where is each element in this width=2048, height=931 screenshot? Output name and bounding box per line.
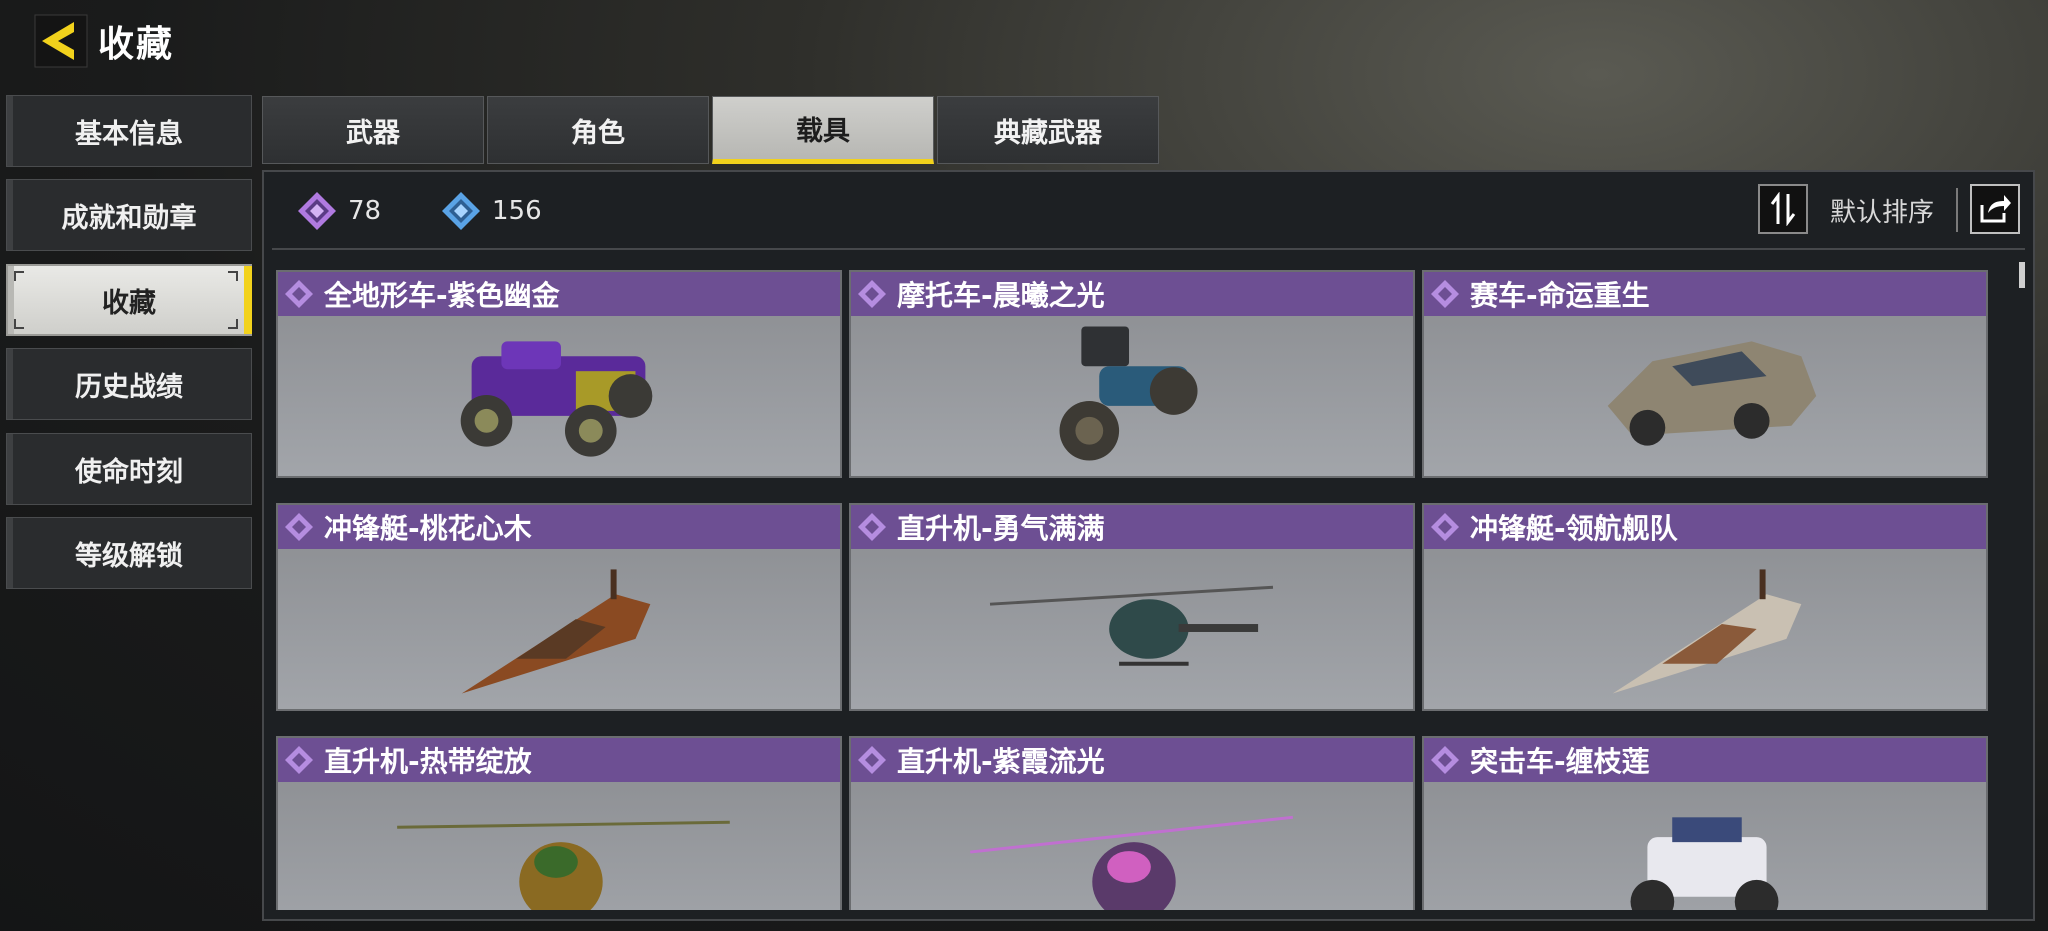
sidebar-item-collection[interactable]: 收藏 <box>6 264 252 336</box>
share-icon <box>1980 195 2011 223</box>
vehicle-name: 赛车-命运重生 <box>1470 279 1650 312</box>
sidebar-item-label: 成就和勋章 <box>61 202 197 234</box>
helicopter-image <box>397 820 730 910</box>
tab-label: 角色 <box>571 117 625 149</box>
sidebar-item-achievements[interactable]: 成就和勋章 <box>6 179 252 251</box>
vehicle-card[interactable]: 直升机-热带绽放 <box>276 736 842 910</box>
share-button[interactable] <box>1970 184 2020 234</box>
vehicle-name: 全地形车-紫色幽金 <box>324 279 560 312</box>
grid-scrollbar[interactable] <box>2019 262 2025 902</box>
tab-vehicles[interactable]: 载具 <box>712 96 934 164</box>
epic-count-value: 78 <box>348 196 382 226</box>
sidebar-item-label: 收藏 <box>102 287 156 319</box>
purple-diamond-icon <box>285 280 313 308</box>
blue-diamond-icon <box>442 192 480 230</box>
purple-diamond-icon <box>298 192 336 230</box>
vehicle-name: 冲锋艇-桃花心木 <box>324 512 532 545</box>
back-arrow-icon <box>34 14 88 68</box>
purple-diamond-icon <box>1431 513 1459 541</box>
page-title: 收藏 <box>98 24 175 65</box>
sort-toggle-button[interactable] <box>1758 184 1808 234</box>
rare-count: 156 <box>440 190 542 232</box>
back-button[interactable]: 收藏 <box>34 14 180 68</box>
tab-label: 武器 <box>346 117 400 149</box>
sidebar-item-mission-moments[interactable]: 使命时刻 <box>6 433 252 505</box>
scrollbar-thumb[interactable] <box>2019 262 2025 288</box>
helicopter-image <box>969 815 1294 910</box>
sort-arrows-icon <box>1770 192 1796 226</box>
vehicle-card[interactable]: 摩托车-晨曦之光 <box>849 270 1415 478</box>
sidebar-item-label: 基本信息 <box>75 118 183 150</box>
collection-panel: 78 156 默认排序 全地形车-紫色幽金 摩托车-晨曦之光 赛车-命运重生 冲… <box>262 170 2035 921</box>
vehicle-name: 直升机-热带绽放 <box>324 745 532 778</box>
vehicle-name: 直升机-紫霞流光 <box>897 745 1105 778</box>
sidebar-item-label: 使命时刻 <box>75 456 183 488</box>
sidebar-item-label: 历史战绩 <box>75 371 183 403</box>
purple-diamond-icon <box>285 746 313 774</box>
toolbar-divider <box>1956 188 1958 232</box>
vehicle-card[interactable]: 赛车-命运重生 <box>1422 270 1988 478</box>
boat-image <box>461 569 651 694</box>
atv-image <box>460 341 653 457</box>
purple-diamond-icon <box>1431 280 1459 308</box>
sort-label[interactable]: 默认排序 <box>1830 192 1934 229</box>
sidebar-item-basic-info[interactable]: 基本信息 <box>6 95 252 167</box>
sidebar-item-label: 等级解锁 <box>75 540 183 572</box>
epic-count: 78 <box>296 190 381 232</box>
race-car-image <box>1607 341 1817 446</box>
panel-divider <box>272 248 2025 250</box>
motorcycle-image <box>1059 326 1198 461</box>
helicopter-image <box>989 585 1274 666</box>
tab-label: 典藏武器 <box>994 117 1102 149</box>
purple-diamond-icon <box>285 513 313 541</box>
purple-diamond-icon <box>1431 746 1459 774</box>
tab-characters[interactable]: 角色 <box>487 96 709 164</box>
vehicle-name: 冲锋艇-领航舰队 <box>1470 512 1678 545</box>
vehicle-card[interactable]: 突击车-缠枝莲 <box>1422 736 1988 910</box>
purple-diamond-icon <box>858 280 886 308</box>
purple-diamond-icon <box>858 746 886 774</box>
sidebar-item-match-history[interactable]: 历史战绩 <box>6 348 252 420</box>
tab-collector-weapons[interactable]: 典藏武器 <box>937 96 1159 164</box>
vehicle-name: 摩托车-晨曦之光 <box>897 279 1105 312</box>
vehicle-grid: 全地形车-紫色幽金 摩托车-晨曦之光 赛车-命运重生 冲锋艇-桃花心木 直升机-… <box>276 270 2006 910</box>
sidebar-item-level-unlocks[interactable]: 等级解锁 <box>6 517 252 589</box>
vehicle-name: 直升机-勇气满满 <box>897 512 1105 545</box>
boat-image <box>1612 569 1802 694</box>
buggy-image <box>1630 817 1779 910</box>
vehicle-card[interactable]: 全地形车-紫色幽金 <box>276 270 842 478</box>
tab-label: 载具 <box>796 115 850 147</box>
vehicle-card[interactable]: 冲锋艇-桃花心木 <box>276 503 842 711</box>
vehicle-card[interactable]: 直升机-勇气满满 <box>849 503 1415 711</box>
tab-weapons[interactable]: 武器 <box>262 96 484 164</box>
purple-diamond-icon <box>858 513 886 541</box>
vehicle-name: 突击车-缠枝莲 <box>1470 745 1650 778</box>
rare-count-value: 156 <box>492 196 542 226</box>
vehicle-card[interactable]: 冲锋艇-领航舰队 <box>1422 503 1988 711</box>
vehicle-card[interactable]: 直升机-紫霞流光 <box>849 736 1415 910</box>
